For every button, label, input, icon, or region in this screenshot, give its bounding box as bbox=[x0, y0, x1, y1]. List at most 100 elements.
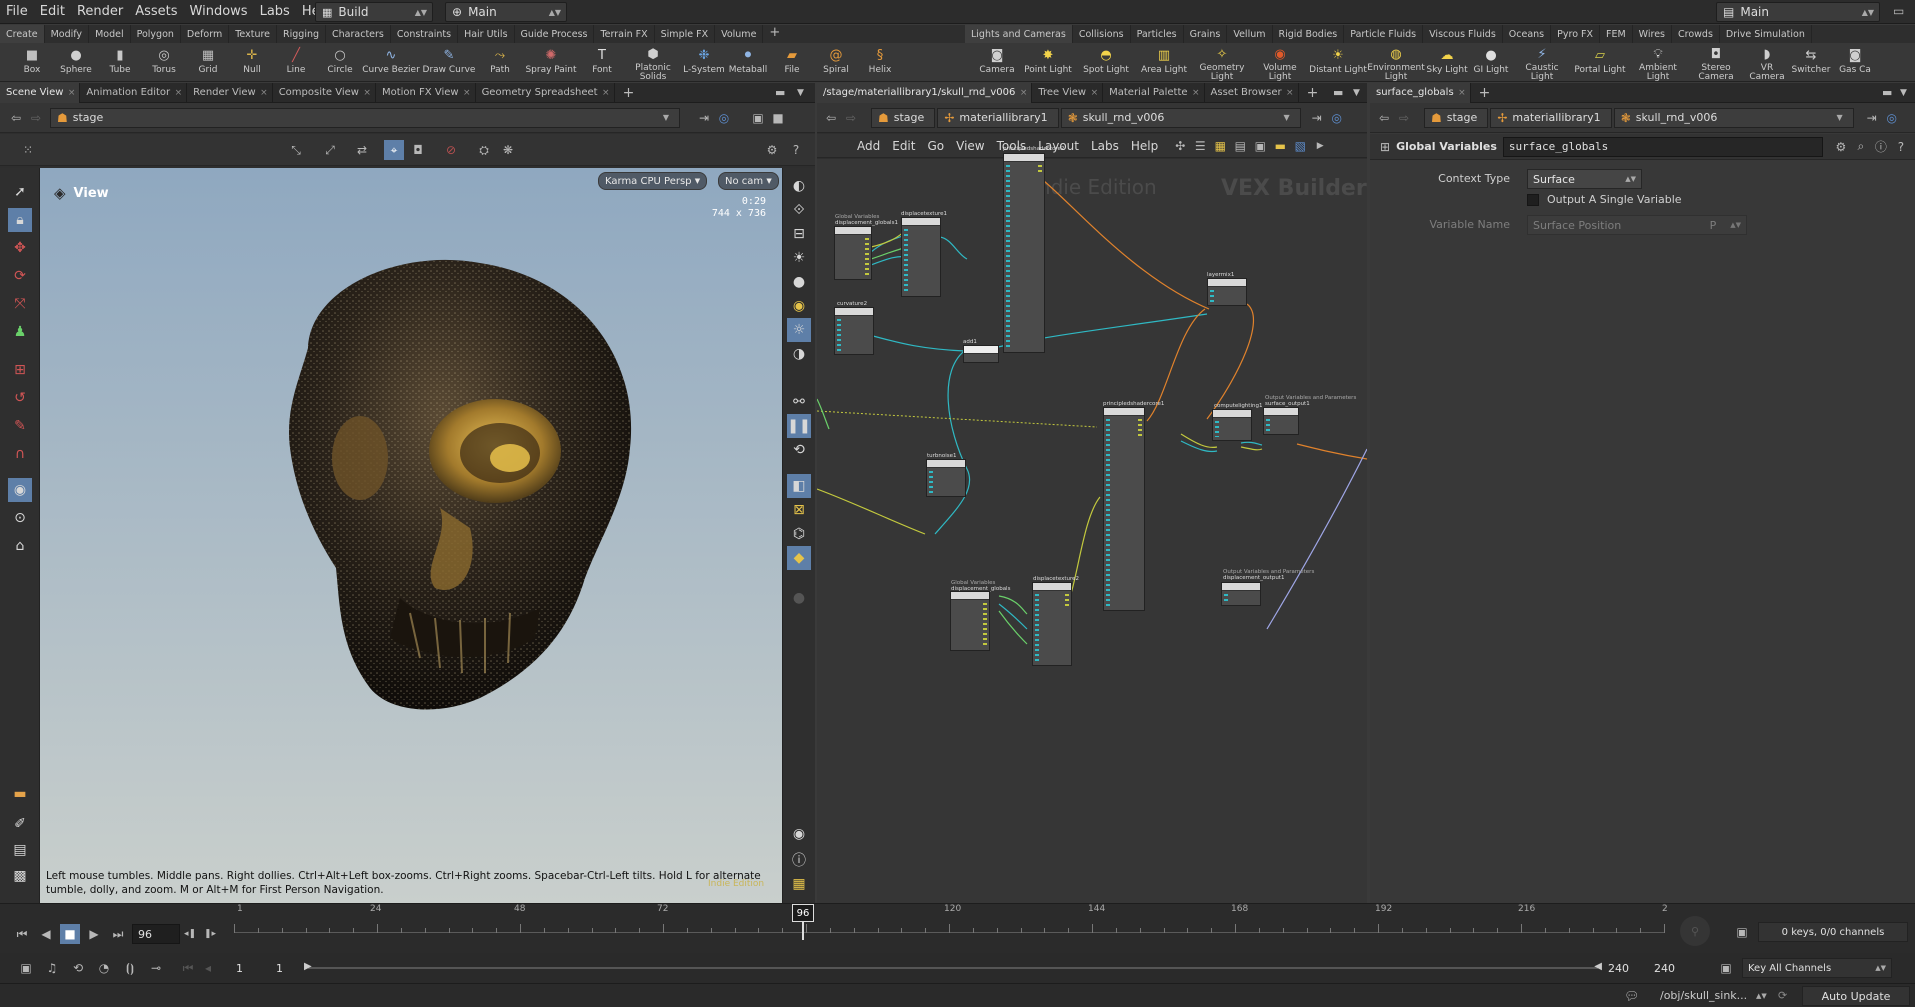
jump-end-icon[interactable]: ⏭ bbox=[108, 924, 128, 944]
node-inputs[interactable] bbox=[1224, 594, 1228, 602]
node-inputs[interactable] bbox=[837, 319, 841, 351]
tool-area-light[interactable]: ▥ Area Light bbox=[1135, 43, 1193, 82]
key-icon[interactable]: ⊸ bbox=[146, 958, 166, 978]
region-select-icon[interactable]: ◧ bbox=[787, 474, 811, 498]
audio-icon[interactable]: ♫ bbox=[42, 958, 62, 978]
tool-draw-curve[interactable]: ✎ Draw Curve bbox=[420, 43, 478, 82]
close-icon[interactable]: × bbox=[602, 88, 610, 98]
output-single-checkbox[interactable] bbox=[1527, 193, 1539, 206]
close-icon[interactable]: × bbox=[463, 88, 471, 98]
crumb-materiallibrary[interactable]: ✢ materiallibrary1 bbox=[1490, 107, 1612, 128]
tool-portal-light[interactable]: ▱ Portal Light bbox=[1571, 43, 1629, 82]
right-desktop-dropdown[interactable]: ▤ Main ▲▼ bbox=[1716, 2, 1880, 22]
refresh-icon[interactable]: ⟳ bbox=[1778, 989, 1787, 1002]
add-tab-icon[interactable]: + bbox=[1307, 85, 1319, 101]
pane-menu-icon[interactable]: ▬ bbox=[1333, 86, 1343, 99]
diamond-icon[interactable]: ◆ bbox=[787, 546, 811, 570]
node-inputs[interactable] bbox=[1266, 419, 1270, 431]
node-computelighting1[interactable] bbox=[1212, 409, 1252, 441]
tool-volume-light[interactable]: ◉ Volume Light bbox=[1251, 43, 1309, 82]
tool-distant-light[interactable]: ☀ Distant Light bbox=[1309, 43, 1367, 82]
key-tool-icon[interactable]: ⚲ bbox=[1680, 916, 1710, 946]
shelf-tab-grains[interactable]: Grains bbox=[1184, 25, 1228, 43]
tab-animation-editor[interactable]: Animation Editor × bbox=[80, 83, 188, 103]
pin-icon[interactable]: ⇥ bbox=[1307, 108, 1327, 128]
menu-go[interactable]: Go bbox=[921, 139, 950, 153]
menu-add[interactable]: Add bbox=[851, 139, 886, 153]
tool-platonic-solids[interactable]: ⬢ Platonic Solids bbox=[624, 43, 682, 82]
brush-icon[interactable]: ✐ bbox=[8, 812, 32, 836]
node-name-field[interactable]: surface_globals bbox=[1502, 136, 1823, 157]
menu-help[interactable]: Help bbox=[1125, 139, 1164, 153]
link-icon[interactable]: ◎ bbox=[714, 108, 734, 128]
timeline-ruler[interactable]: 1 24 48 72 120 144 168 192 216 2 96 bbox=[234, 904, 1668, 942]
shelf-tab-characters[interactable]: Characters bbox=[326, 25, 391, 43]
pane-menu-icon[interactable]: ▬ bbox=[775, 86, 785, 99]
tab-motion-fx-view[interactable]: Motion FX View × bbox=[376, 83, 476, 103]
node-displacement-output1[interactable] bbox=[1221, 582, 1261, 606]
tool-gi-light[interactable]: ● GI Light bbox=[1469, 43, 1513, 82]
node-displacetexture2[interactable] bbox=[1032, 582, 1072, 666]
forward-arrow-icon[interactable]: ⇨ bbox=[26, 108, 46, 128]
handle-move-icon[interactable]: ⤡ bbox=[286, 140, 306, 160]
range-end-field[interactable]: 240 bbox=[1602, 958, 1640, 978]
tab-render-view[interactable]: Render View × bbox=[187, 83, 273, 103]
forward-arrow-icon[interactable]: ⇨ bbox=[1394, 108, 1414, 128]
tool-vr-camera[interactable]: ◗ VR Camera bbox=[1745, 43, 1789, 82]
visibility-eye-icon[interactable]: ◐ bbox=[787, 174, 811, 198]
eye-icon[interactable]: ◉ bbox=[787, 822, 811, 846]
shelf-tab-drive-simulation[interactable]: Drive Simulation bbox=[1720, 25, 1812, 43]
shelf-tab-fem[interactable]: FEM bbox=[1600, 25, 1633, 43]
image-icon[interactable]: ▧ bbox=[1290, 136, 1310, 156]
lock-camera-icon[interactable]: ⊟ bbox=[787, 222, 811, 246]
node-add1[interactable] bbox=[963, 345, 999, 363]
playhead[interactable] bbox=[802, 922, 804, 940]
key-channels-icon[interactable]: ▣ bbox=[1716, 958, 1736, 978]
keys-info[interactable]: 0 keys, 0/0 channels bbox=[1758, 922, 1908, 942]
loop-icon[interactable]: ⟲ bbox=[68, 958, 88, 978]
3d-viewport[interactable]: ◈ View Karma CPU Persp ▼ No cam ▼ 0:29 7… bbox=[40, 168, 782, 903]
range-end-handle[interactable]: ◀ bbox=[1594, 961, 1602, 972]
step-back-icon[interactable]: ◀ bbox=[36, 924, 56, 944]
range-end2-field[interactable]: 240 bbox=[1648, 958, 1686, 978]
tab-scene-view[interactable]: Scene View × bbox=[0, 83, 81, 103]
close-icon[interactable]: × bbox=[175, 88, 183, 98]
close-icon[interactable]: × bbox=[1192, 88, 1200, 98]
node-inputs[interactable] bbox=[1210, 290, 1214, 302]
handle-rotate-icon[interactable]: ⤢ bbox=[320, 140, 340, 160]
shelf-tab-rigid-bodies[interactable]: Rigid Bodies bbox=[1273, 25, 1345, 43]
range-start2-field[interactable]: 1 bbox=[270, 958, 308, 978]
menu-render[interactable]: Render bbox=[71, 4, 129, 19]
tool-environment-light[interactable]: ◍ Environment Light bbox=[1367, 43, 1425, 82]
jump-start-icon[interactable]: ⏮ bbox=[12, 924, 32, 944]
sticky-note-icon[interactable]: ▬ bbox=[1270, 136, 1290, 156]
shadow-icon[interactable]: ◑ bbox=[787, 342, 811, 366]
shelf-tab-vellum[interactable]: Vellum bbox=[1227, 25, 1273, 43]
node-turbnoise1[interactable] bbox=[926, 459, 966, 497]
shelf-tab-simple-fx[interactable]: Simple FX bbox=[655, 25, 716, 43]
tool-ambient-light[interactable]: 💡︎ Ambient Light bbox=[1629, 43, 1687, 82]
crumb-skull-material[interactable]: ❃ skull_rnd_v006 ▼ bbox=[1613, 107, 1854, 128]
scale-icon[interactable]: ⤧ bbox=[8, 292, 32, 316]
shelf-tab-viscous-fluids[interactable]: Viscous Fluids bbox=[1423, 25, 1503, 43]
settings-gear-icon[interactable]: ⚙ bbox=[1831, 137, 1851, 157]
paint-icon[interactable]: ✎ bbox=[8, 414, 32, 438]
desktop-dropdown[interactable]: ▦ Build ▲▼ bbox=[315, 2, 433, 22]
close-icon[interactable]: × bbox=[68, 88, 76, 98]
node-outputs[interactable] bbox=[983, 603, 987, 647]
crumb-stage[interactable]: ☗ stage bbox=[1424, 107, 1489, 128]
handle-icon[interactable]: ⊞ bbox=[8, 358, 32, 382]
safe-area-icon[interactable]: ⊠ bbox=[787, 498, 811, 522]
close-icon[interactable]: × bbox=[1286, 88, 1294, 98]
pane-menu-icon[interactable]: ▬ bbox=[1882, 86, 1892, 99]
shelf-tab-particle-fluids[interactable]: Particle Fluids bbox=[1344, 25, 1424, 43]
tab-network-path[interactable]: /stage/materiallibrary1/skull_rnd_v006 × bbox=[817, 83, 1033, 103]
node-inputs[interactable] bbox=[1006, 165, 1010, 349]
pin-icon[interactable]: ⇥ bbox=[1862, 108, 1882, 128]
tool-file[interactable]: ▰ File bbox=[770, 43, 814, 82]
link-icon[interactable]: ◎ bbox=[1882, 108, 1902, 128]
maximize-icon[interactable]: ▭ bbox=[1893, 4, 1904, 18]
menu-view[interactable]: View bbox=[950, 139, 990, 153]
menu-edit[interactable]: Edit bbox=[34, 4, 71, 19]
ghost-icon[interactable]: ◘ bbox=[408, 140, 428, 160]
